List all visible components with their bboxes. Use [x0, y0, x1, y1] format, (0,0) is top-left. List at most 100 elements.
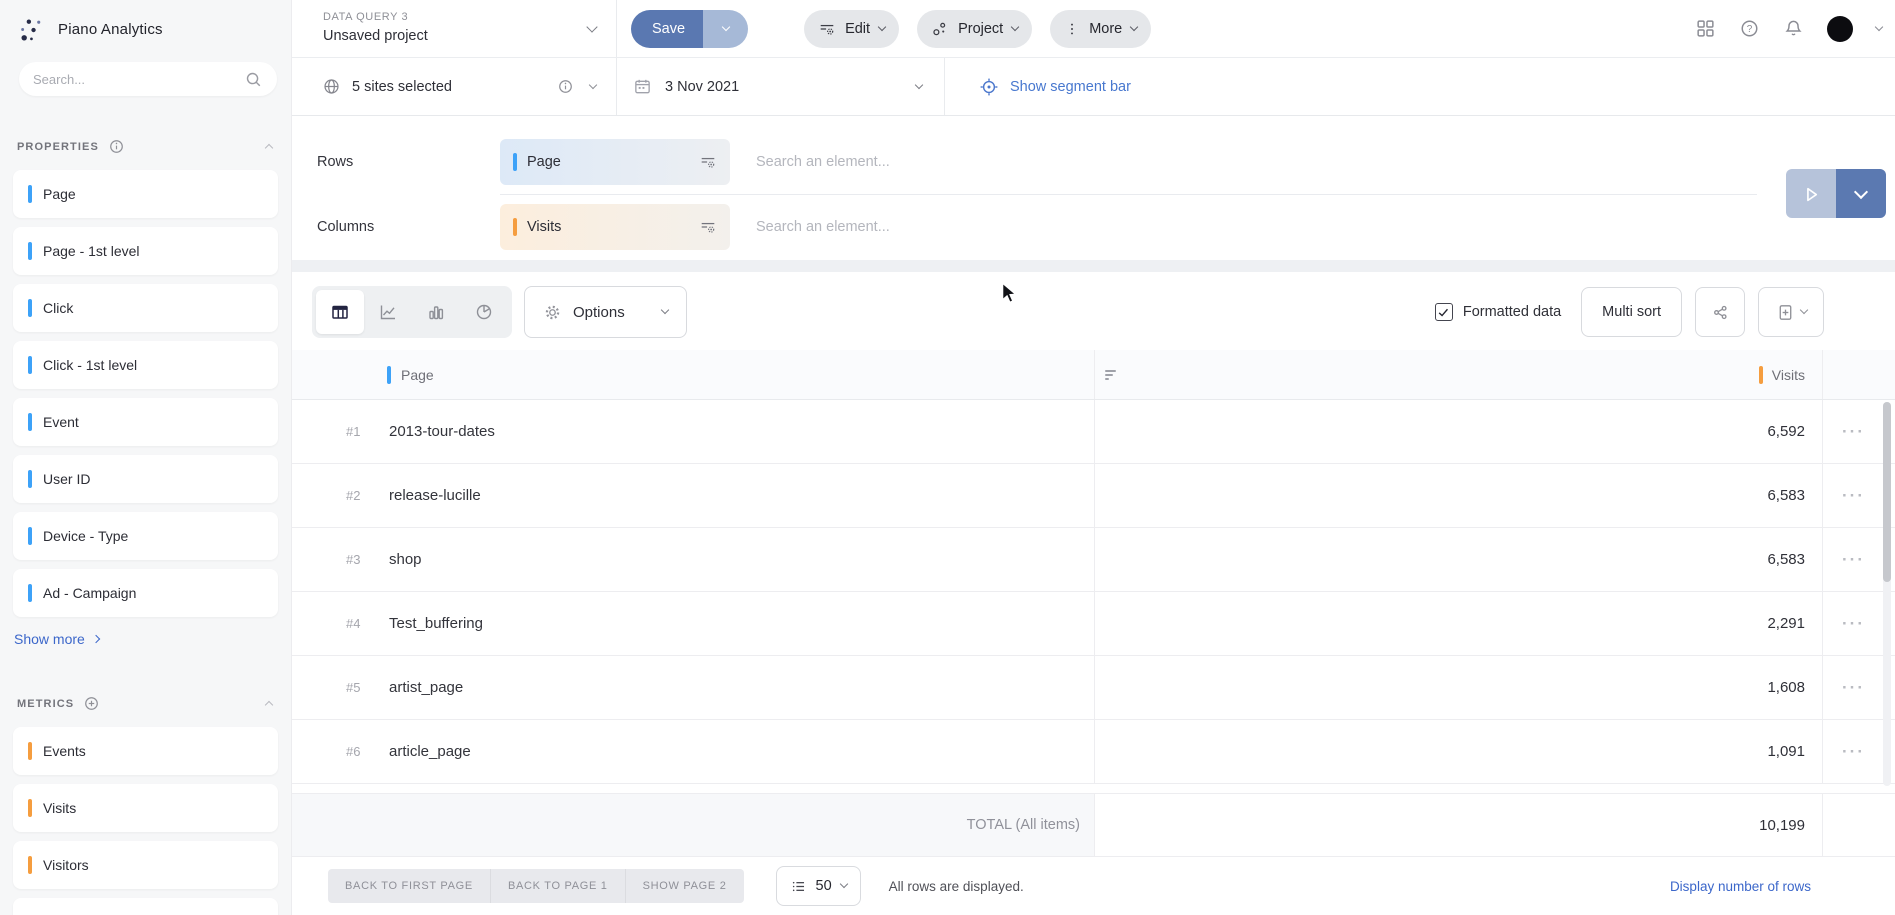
save-dropdown[interactable]: [703, 10, 748, 48]
account-menu-icon[interactable]: [1875, 22, 1883, 30]
chip-settings-icon[interactable]: [699, 153, 717, 171]
metric-item-events[interactable]: Events: [13, 727, 278, 775]
site-selector[interactable]: 5 sites selected: [292, 58, 617, 115]
metric-item-visitors[interactable]: Visitors: [13, 841, 278, 889]
kebab-menu-icon: [1064, 20, 1080, 38]
columns-search-placeholder[interactable]: Search an element...: [756, 219, 890, 235]
line-chart-view-button[interactable]: [364, 290, 412, 334]
property-item-click-1st-level[interactable]: Click - 1st level: [13, 341, 278, 389]
page-name[interactable]: release-lucille: [389, 487, 481, 504]
more-button[interactable]: More: [1050, 10, 1151, 48]
multi-sort-button[interactable]: Multi sort: [1581, 287, 1682, 337]
item-label: Visitors: [43, 857, 89, 873]
collapse-metrics-icon[interactable]: [265, 701, 273, 709]
page-name[interactable]: shop: [389, 551, 422, 568]
columns-metric-chip[interactable]: Visits: [500, 204, 730, 250]
sort-descending-icon[interactable]: [1105, 370, 1116, 380]
table-view-button[interactable]: [316, 290, 364, 334]
report-panel: Options Formatted data Multi sort: [292, 272, 1895, 915]
property-item-ad-campaign[interactable]: Ad - Campaign: [13, 569, 278, 617]
brand: Piano Analytics: [13, 0, 278, 46]
row-actions-button[interactable]: ···: [1842, 491, 1865, 501]
property-color-bar: [28, 299, 32, 317]
page-name[interactable]: Test_buffering: [389, 615, 483, 632]
sidebar-search[interactable]: [19, 62, 277, 96]
rows-search-placeholder[interactable]: Search an element...: [756, 154, 890, 170]
query-name: DATA QUERY 3: [323, 10, 428, 25]
property-item-click[interactable]: Click: [13, 284, 278, 332]
visits-column-header[interactable]: Visits: [1095, 350, 1823, 399]
metrics-list: Events Visits Visitors: [13, 727, 278, 889]
show-page-2-button[interactable]: SHOW PAGE 2: [625, 869, 744, 903]
collapse-properties-icon[interactable]: [265, 144, 273, 152]
row-actions-button[interactable]: ···: [1842, 555, 1865, 565]
page-size-value: 50: [816, 878, 832, 894]
row-actions-button[interactable]: ···: [1842, 427, 1865, 437]
formatted-data-toggle[interactable]: Formatted data: [1435, 303, 1561, 321]
more-label: More: [1089, 21, 1122, 37]
show-segment-bar-button[interactable]: Show segment bar: [945, 77, 1131, 97]
user-avatar[interactable]: [1827, 16, 1853, 42]
table-row: #3shop6,583···: [292, 528, 1895, 592]
visits-header-label: Visits: [1772, 367, 1805, 383]
sites-dropdown-icon[interactable]: [589, 80, 597, 88]
row-rank: #6: [346, 744, 374, 759]
play-icon[interactable]: [1786, 169, 1836, 218]
show-more-link[interactable]: Show more: [14, 631, 99, 647]
sites-info-icon[interactable]: [557, 78, 574, 95]
export-button[interactable]: [1758, 287, 1824, 337]
chip-settings-icon[interactable]: [699, 218, 717, 236]
row-rank: #2: [346, 488, 374, 503]
property-item-device-type[interactable]: Device - Type: [13, 512, 278, 560]
save-button[interactable]: Save: [631, 10, 748, 48]
page-name[interactable]: artist_page: [389, 679, 463, 696]
property-item-event[interactable]: Event: [13, 398, 278, 446]
edit-button[interactable]: Edit: [804, 10, 899, 48]
metric-item-visits[interactable]: Visits: [13, 784, 278, 832]
notifications-bell-icon[interactable]: [1783, 18, 1804, 39]
columns-metric-label: Visits: [527, 219, 561, 235]
back-to-first-page-button[interactable]: BACK TO FIRST PAGE: [328, 869, 490, 903]
visits-value: 2,291: [1767, 615, 1805, 632]
bar-chart-view-button[interactable]: [412, 290, 460, 334]
pie-chart-view-button[interactable]: [460, 290, 508, 334]
options-button[interactable]: Options: [524, 286, 687, 338]
page-column-header[interactable]: Page: [292, 350, 1095, 399]
display-number-of-rows-link[interactable]: Display number of rows: [1670, 879, 1811, 894]
item-label: Device - Type: [43, 528, 128, 544]
property-color-bar: [28, 527, 32, 545]
table-scrollbar-thumb[interactable]: [1883, 402, 1891, 582]
report-toolbar: Options Formatted data Multi sort: [292, 272, 1895, 338]
property-color-bar: [28, 470, 32, 488]
run-query-button[interactable]: [1786, 169, 1886, 218]
property-item-user-id[interactable]: User ID: [13, 455, 278, 503]
page-size-select[interactable]: 50: [776, 866, 861, 906]
property-item-page[interactable]: Page: [13, 170, 278, 218]
row-actions-button[interactable]: ···: [1842, 747, 1865, 757]
rows-dimension-chip[interactable]: Page: [500, 139, 730, 185]
project-button[interactable]: Project: [917, 10, 1032, 48]
page-header-color-bar: [387, 366, 391, 384]
row-actions-button[interactable]: ···: [1842, 619, 1865, 629]
add-metric-icon[interactable]: [83, 695, 100, 712]
back-to-page-1-button[interactable]: BACK TO PAGE 1: [490, 869, 625, 903]
query-selector[interactable]: DATA QUERY 3 Unsaved project: [292, 0, 617, 57]
page-name[interactable]: 2013-tour-dates: [389, 423, 495, 440]
rows-dimension-label: Page: [527, 154, 561, 170]
help-icon[interactable]: ?: [1739, 18, 1760, 39]
run-dropdown[interactable]: [1836, 169, 1886, 218]
line-chart-icon: [378, 302, 398, 322]
page-name[interactable]: article_page: [389, 743, 471, 760]
info-icon[interactable]: [108, 138, 125, 155]
search-input[interactable]: [33, 72, 244, 87]
row-actions-button[interactable]: ···: [1842, 683, 1865, 693]
date-selector[interactable]: 3 Nov 2021: [617, 58, 945, 115]
property-item-page-1st-level[interactable]: Page - 1st level: [13, 227, 278, 275]
property-color-bar: [28, 242, 32, 260]
project-label: Project: [958, 21, 1003, 37]
save-label[interactable]: Save: [631, 10, 703, 48]
share-button[interactable]: [1695, 287, 1745, 337]
row-rank: #3: [346, 552, 374, 567]
formatted-data-checkbox[interactable]: [1435, 303, 1453, 321]
apps-grid-icon[interactable]: [1695, 18, 1716, 39]
